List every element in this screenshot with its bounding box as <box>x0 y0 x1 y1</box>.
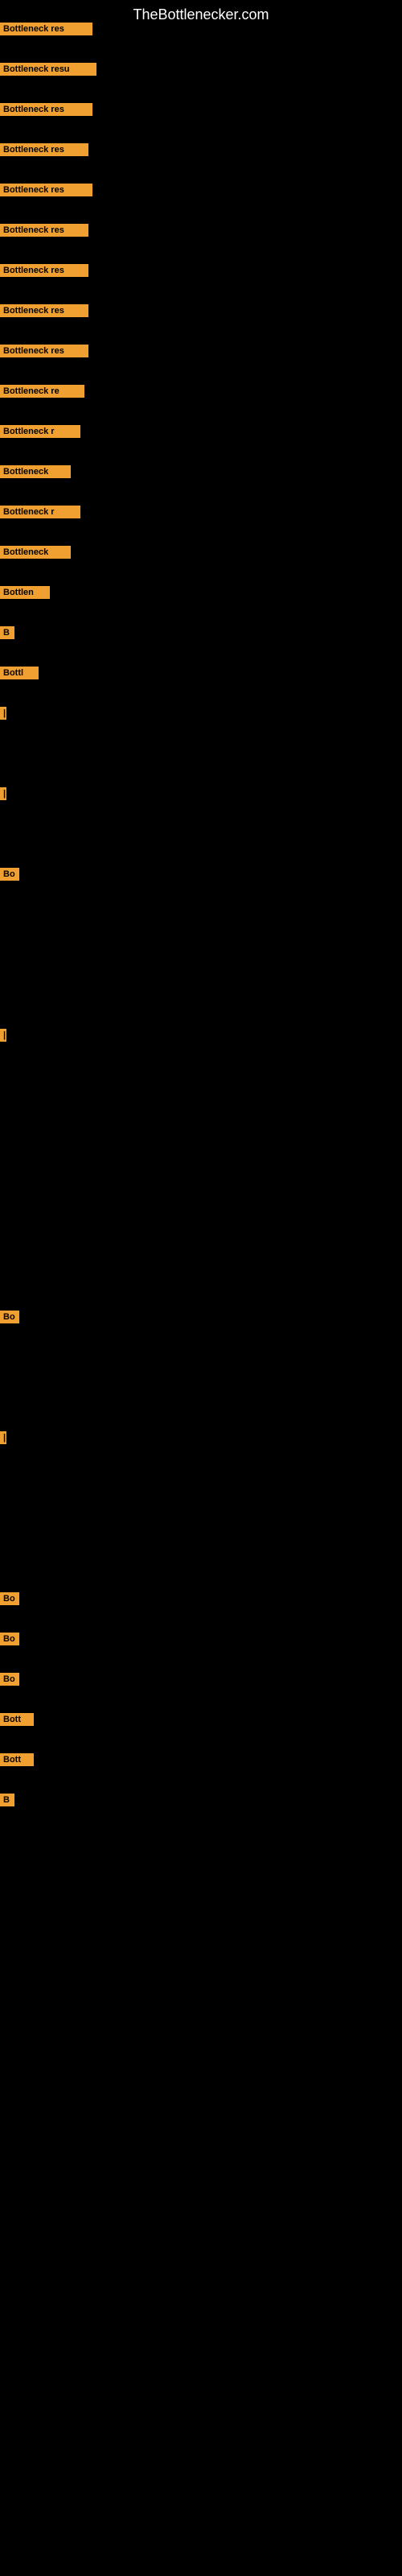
bottleneck-label: B <box>0 626 14 639</box>
bottleneck-label: Bo <box>0 1592 19 1605</box>
bottleneck-label: Bottleneck r <box>0 425 80 438</box>
bottleneck-label: | <box>0 787 6 800</box>
bottleneck-label: Bottleneck res <box>0 184 92 196</box>
bottleneck-label: Bott <box>0 1713 34 1726</box>
bottleneck-label: B <box>0 1794 14 1806</box>
bottleneck-label: | <box>0 1431 6 1444</box>
bottleneck-label: Bottleneck res <box>0 103 92 116</box>
bottleneck-label: Bottleneck resu <box>0 63 96 76</box>
bottleneck-label: Bottleneck re <box>0 385 84 398</box>
bottleneck-label: Bottleneck r <box>0 506 80 518</box>
bottleneck-label: Bo <box>0 868 19 881</box>
bottleneck-label: Bottleneck <box>0 546 71 559</box>
bottleneck-label: | <box>0 707 6 720</box>
bottleneck-label: | <box>0 1029 6 1042</box>
bottleneck-label: Bottlen <box>0 586 50 599</box>
bottleneck-label: Bottl <box>0 667 39 679</box>
bottleneck-label: Bottleneck res <box>0 264 88 277</box>
bottleneck-label: Bo <box>0 1673 19 1686</box>
bottleneck-label: Bottleneck res <box>0 345 88 357</box>
bottleneck-label: Bottleneck res <box>0 304 88 317</box>
bottleneck-label: Bottleneck <box>0 465 71 478</box>
bottleneck-label: Bottleneck res <box>0 143 88 156</box>
bottleneck-label: Bo <box>0 1311 19 1323</box>
bottleneck-label: Bottleneck res <box>0 23 92 35</box>
bottleneck-label: Bo <box>0 1633 19 1645</box>
bottleneck-label: Bottleneck res <box>0 224 88 237</box>
bottleneck-label: Bott <box>0 1753 34 1766</box>
